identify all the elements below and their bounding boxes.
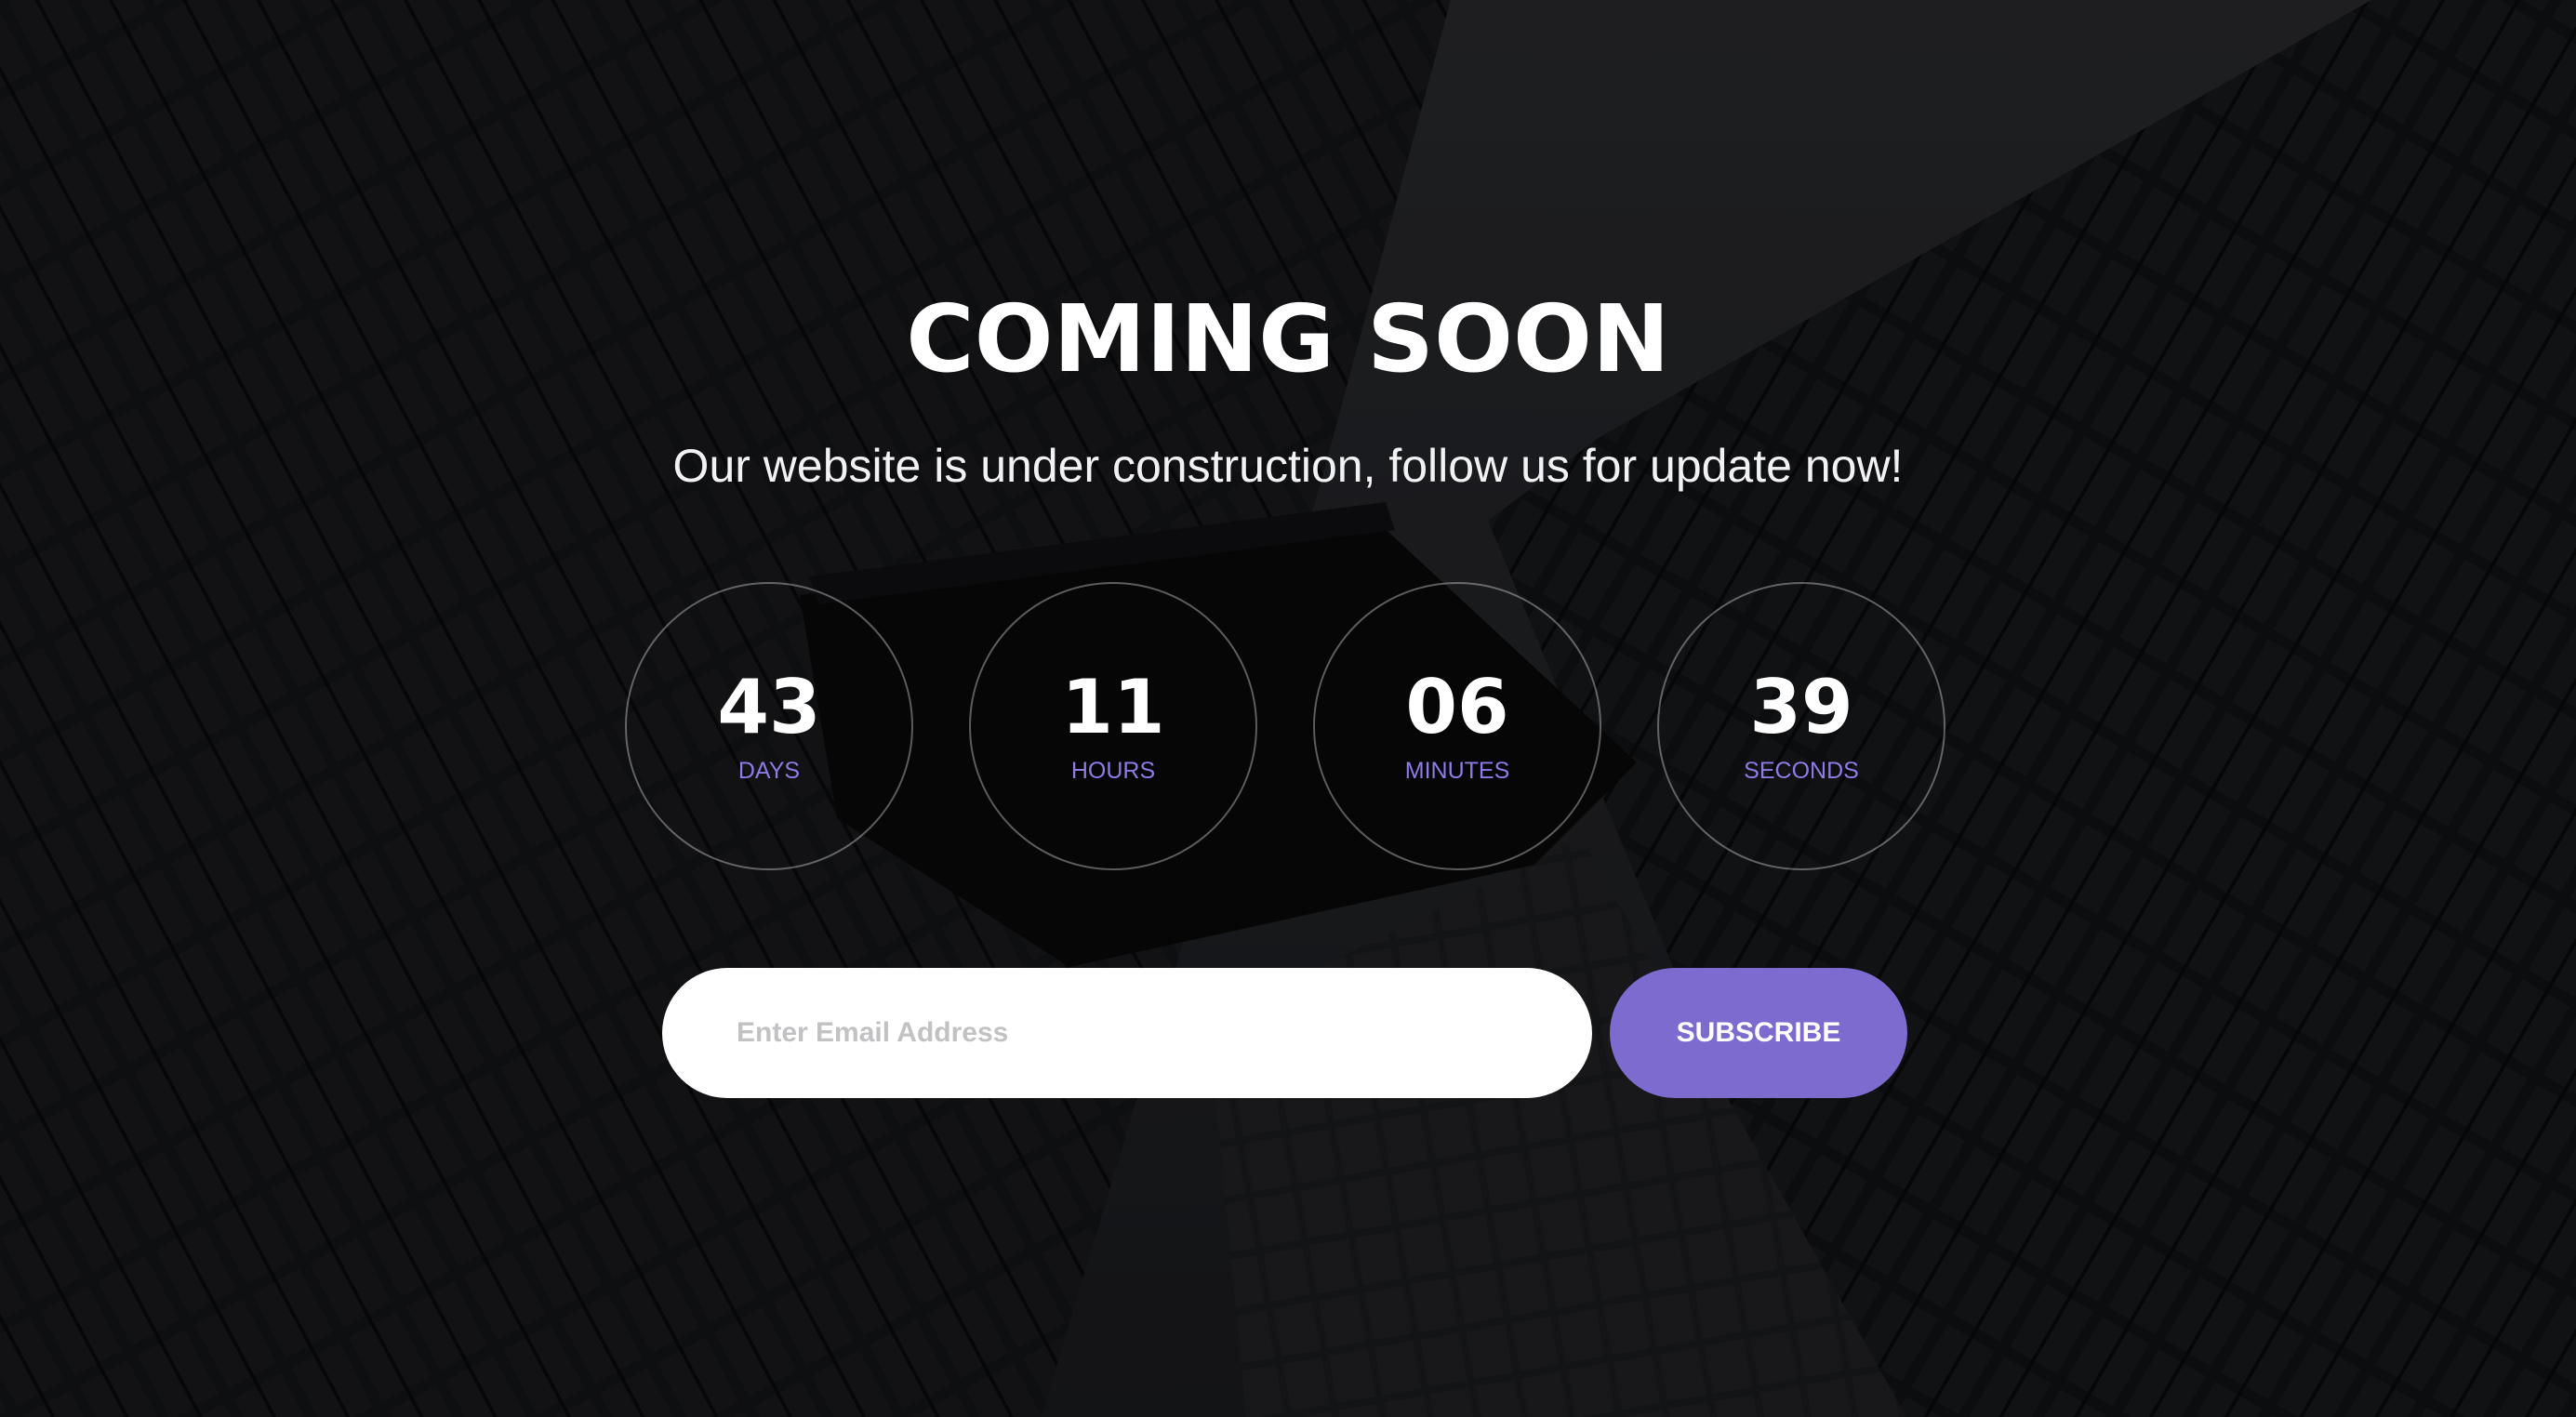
countdown-timer: 43 DAYS 11 HOURS 06 MINUTES 39 SECONDS: [625, 582, 1945, 870]
countdown-seconds-label: SECONDS: [1744, 758, 1859, 784]
countdown-days: 43 DAYS: [625, 582, 913, 870]
page-title: COMING SOON: [906, 285, 1670, 393]
page-subtitle: Our website is under construction, follo…: [672, 440, 1904, 492]
coming-soon-section: COMING SOON Our website is under constru…: [0, 0, 2576, 1417]
countdown-days-value: 43: [717, 664, 821, 750]
countdown-seconds-value: 39: [1749, 664, 1853, 750]
countdown-seconds: 39 SECONDS: [1657, 582, 1945, 870]
countdown-minutes: 06 MINUTES: [1313, 582, 1601, 870]
countdown-minutes-value: 06: [1405, 664, 1509, 750]
countdown-hours: 11 HOURS: [969, 582, 1257, 870]
countdown-hours-label: HOURS: [1070, 758, 1156, 784]
email-input[interactable]: [662, 968, 1592, 1098]
countdown-hours-value: 11: [1061, 664, 1165, 750]
subscribe-button[interactable]: SUBSCRIBE: [1610, 968, 1907, 1098]
countdown-minutes-label: MINUTES: [1404, 758, 1510, 784]
countdown-days-label: DAYS: [737, 758, 801, 784]
